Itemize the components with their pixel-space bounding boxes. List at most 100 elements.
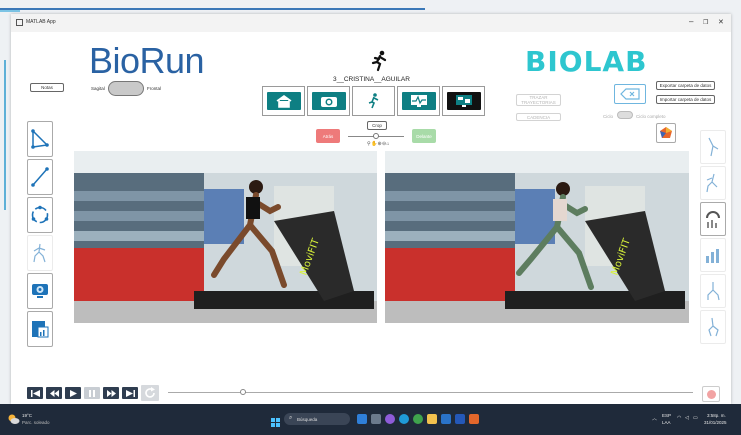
notes-button[interactable]: Notas xyxy=(30,83,64,92)
bar-chart-icon xyxy=(706,249,719,263)
skeleton-run-icon xyxy=(706,173,718,193)
skip-start-button[interactable] xyxy=(27,387,43,399)
ciclo-toggle[interactable] xyxy=(617,111,633,119)
backspace-clear-icon xyxy=(620,88,640,100)
tool-webcam-button[interactable] xyxy=(27,273,53,309)
skeleton-icon xyxy=(33,243,46,263)
video-frontal[interactable]: MoviFIT xyxy=(385,151,689,323)
camera-icon xyxy=(311,92,346,110)
close-button[interactable]: ✕ xyxy=(718,18,724,26)
tool-skeleton-button[interactable] xyxy=(27,235,53,271)
skeleton-leg-icon xyxy=(708,137,719,157)
fast-forward-button[interactable] xyxy=(103,387,119,399)
view-toggle-switch[interactable] xyxy=(108,81,144,96)
taskbar-app-1-icon[interactable] xyxy=(357,414,367,424)
biolab-logo: BIOLAB xyxy=(525,45,648,78)
webcam-icon xyxy=(32,284,48,298)
right-tool-1[interactable] xyxy=(700,130,726,164)
maximize-button[interactable]: ❐ xyxy=(703,19,708,26)
gauge-bars-icon xyxy=(706,211,720,228)
clock-date[interactable]: 31/01/2025 xyxy=(704,420,727,425)
wifi-icon[interactable]: ◠ xyxy=(677,415,681,421)
subject-name: 3__CRISTINA__AGUILAR xyxy=(333,76,410,83)
nav-runner-button[interactable] xyxy=(352,86,395,116)
volume-icon[interactable]: ◁ xyxy=(685,415,689,421)
home-icon xyxy=(266,92,301,110)
clear-button[interactable] xyxy=(614,84,646,104)
play-button[interactable] xyxy=(65,387,81,399)
taskbar-app-3-icon[interactable] xyxy=(385,414,395,424)
file-explorer-icon[interactable] xyxy=(427,414,437,424)
frontal-label: Frontal xyxy=(147,86,162,91)
windows-taskbar: 19°C Parc. soleado ⌕ Búsqueda ︿ ESP LAA … xyxy=(0,404,741,435)
trazar-trayectorias-button[interactable]: TRAZAR TRAYECTORIAS xyxy=(516,94,561,106)
tool-report-button[interactable] xyxy=(27,311,53,347)
nav-camera-button[interactable] xyxy=(307,86,350,116)
color-map-button[interactable] xyxy=(656,123,676,143)
clock-time[interactable]: 3:58p. m. xyxy=(707,413,726,418)
rewind-button[interactable] xyxy=(46,387,62,399)
monitor-chart-icon xyxy=(401,92,436,110)
minimize-button[interactable]: – xyxy=(689,17,693,26)
timeline-handle[interactable] xyxy=(240,389,246,395)
cycle-arrows-icon xyxy=(31,205,49,224)
skeleton-step-icon xyxy=(708,317,719,337)
window-title: MATLAB App xyxy=(26,19,56,25)
right-tool-6[interactable] xyxy=(700,310,726,344)
3d-shape-icon xyxy=(660,127,672,138)
forward-button[interactable]: Delante xyxy=(412,129,436,143)
import-data-button[interactable]: Importar carpeta de datos xyxy=(656,95,715,104)
pause-icon xyxy=(89,389,95,397)
timeline-track[interactable] xyxy=(168,392,693,393)
monitor-report-icon xyxy=(446,92,481,110)
tool-cycle-button[interactable] xyxy=(27,197,53,233)
decor-line-accent xyxy=(0,10,20,12)
weather-icon xyxy=(6,412,20,426)
crop-button[interactable]: Crop xyxy=(367,121,387,130)
right-tool-5[interactable] xyxy=(700,274,726,308)
home-view-icon[interactable]: ⌂ xyxy=(387,141,390,147)
triangle-angle-icon xyxy=(31,129,49,149)
back-button[interactable]: Atrás xyxy=(316,129,340,143)
report-chart-icon xyxy=(32,321,49,338)
windows-start-icon[interactable] xyxy=(271,414,280,427)
battery-icon[interactable]: ▭ xyxy=(693,415,698,421)
tool-line-button[interactable] xyxy=(27,159,53,195)
right-tool-stats[interactable] xyxy=(700,202,726,236)
nav-home-button[interactable] xyxy=(262,86,305,116)
taskbar-app-7-icon[interactable] xyxy=(441,414,451,424)
chrome-browser-icon[interactable] xyxy=(413,414,423,424)
pause-button[interactable] xyxy=(84,387,100,399)
record-button[interactable] xyxy=(702,386,720,402)
tray-chevron-icon[interactable]: ︿ xyxy=(652,415,657,422)
tool-triangle-button[interactable] xyxy=(27,121,53,157)
runner-icon xyxy=(356,92,391,110)
language-code[interactable]: ESP xyxy=(662,413,671,418)
right-tool-2[interactable] xyxy=(700,166,726,200)
line-segment-icon xyxy=(31,167,49,187)
taskbar-app-2-icon[interactable] xyxy=(371,414,381,424)
export-data-button[interactable]: Exportar carpeta de datos xyxy=(656,81,715,90)
ciclo-completo-label: Ciclo completo xyxy=(636,114,666,119)
right-tool-4[interactable] xyxy=(700,238,726,272)
sagital-label: Sagital xyxy=(91,86,105,91)
axes-toolbar[interactable]: ⚲✋⊕⊖⌂ xyxy=(367,141,390,147)
skip-end-button[interactable] xyxy=(122,387,138,399)
video-sagital[interactable]: MoviFIT xyxy=(74,151,377,323)
rewind-icon xyxy=(49,389,59,397)
edge-browser-icon[interactable] xyxy=(399,414,409,424)
outlook-icon[interactable] xyxy=(455,414,465,424)
taskbar-search-box[interactable]: ⌕ Búsqueda xyxy=(284,413,350,425)
weather-desc: Parc. soleado xyxy=(22,420,50,425)
biorun-logo: BioRun xyxy=(89,40,205,81)
nav-monitor-report-button[interactable] xyxy=(442,86,485,116)
cadencia-button[interactable]: CADENCIA xyxy=(516,113,561,121)
search-icon: ⌕ xyxy=(289,415,293,421)
matlab-taskbar-icon[interactable] xyxy=(469,414,479,424)
title-bar: MATLAB App – ❐ ✕ xyxy=(11,14,731,32)
nav-monitor-chart-button[interactable] xyxy=(397,86,440,116)
reload-button[interactable] xyxy=(141,385,159,401)
decor-line-top xyxy=(0,8,425,10)
app-window: MATLAB App – ❐ ✕ BioRun BIOLAB 3__CRISTI… xyxy=(11,14,731,404)
zoom-slider-handle[interactable] xyxy=(373,133,379,139)
